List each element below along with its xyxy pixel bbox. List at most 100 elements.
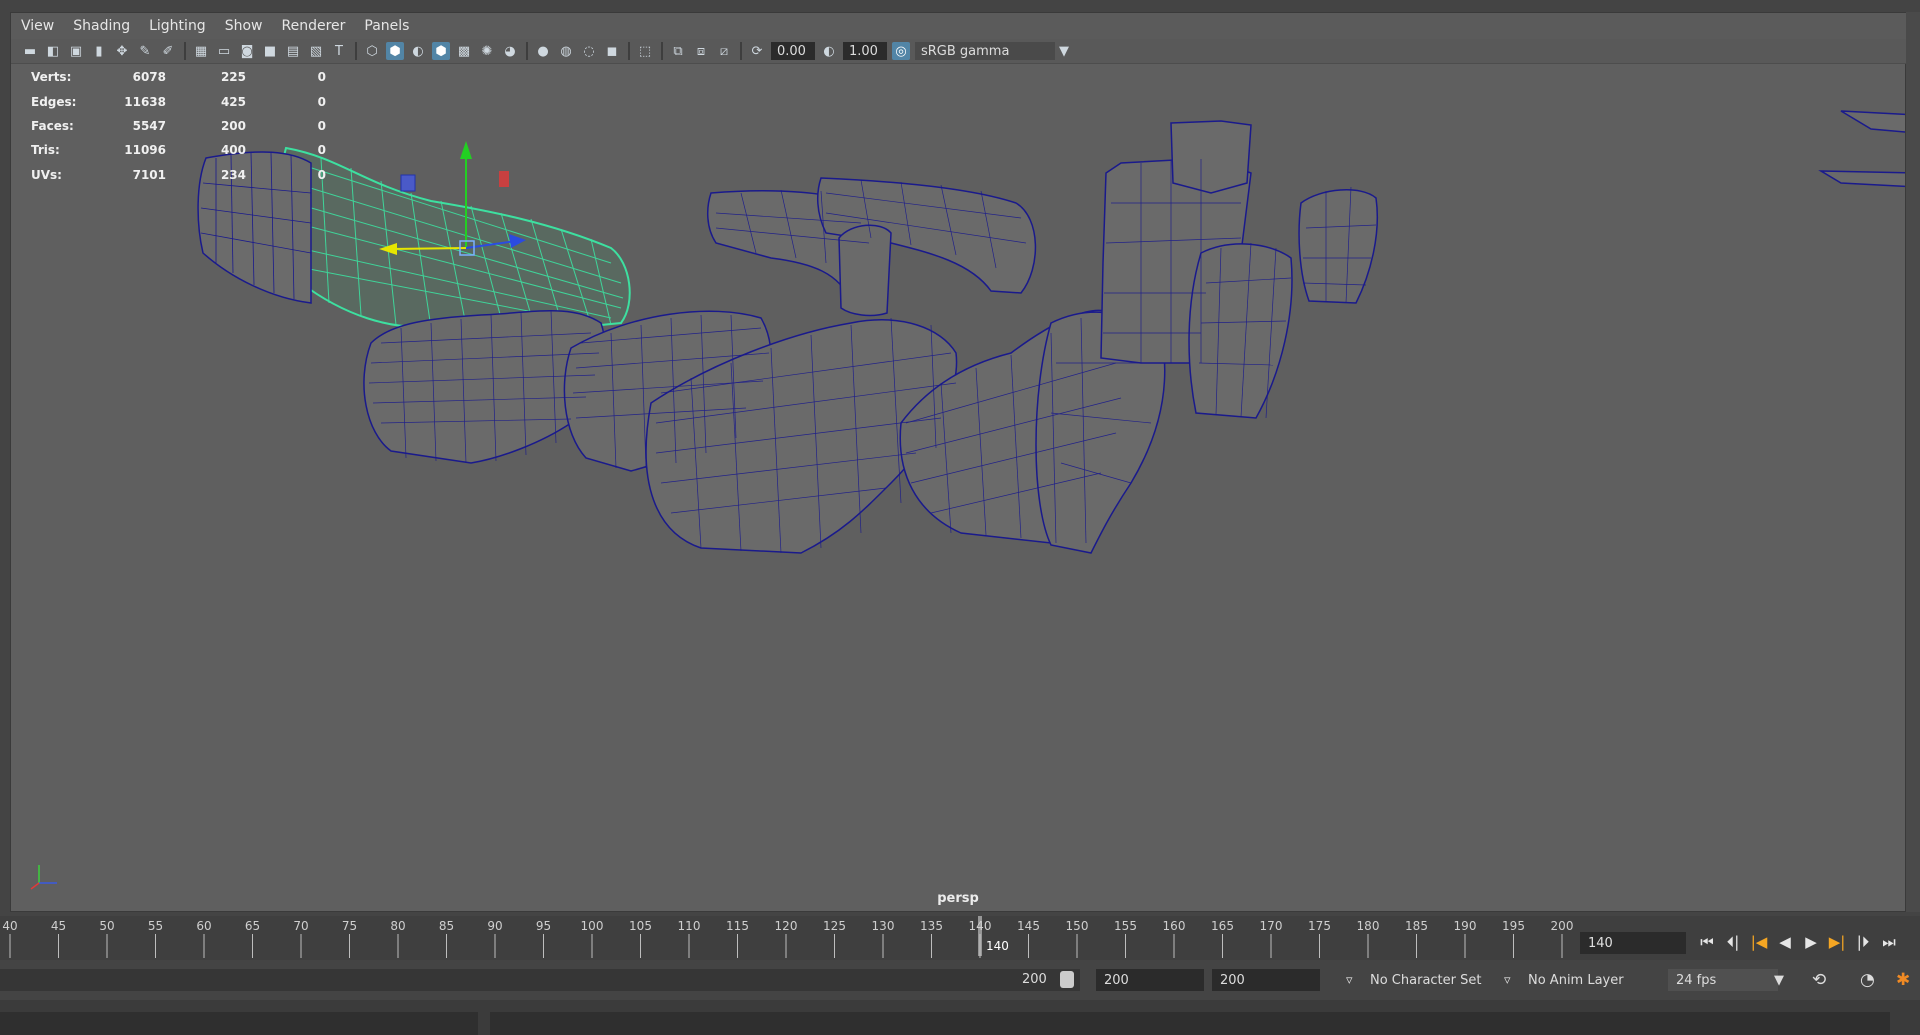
chevron-down-icon[interactable]: ▼ (1766, 969, 1784, 991)
2d-pan-icon[interactable]: ✥ (113, 42, 131, 60)
gate-mask-icon[interactable]: ■ (261, 42, 279, 60)
menu-renderer[interactable]: Renderer (281, 18, 345, 34)
fps-dropdown[interactable]: 24 fps (1668, 969, 1778, 991)
go-to-end-icon[interactable]: ⏭ (1876, 930, 1902, 954)
timeline-tick-label: 110 (678, 919, 701, 933)
hud-value-selected: 225 (220, 70, 246, 85)
isolate-select-icon[interactable]: ⧉ (669, 42, 687, 60)
command-input[interactable] (0, 1012, 478, 1035)
wireframe-meshes (363, 120, 1379, 554)
timeline-tick-label: 180 (1357, 919, 1380, 933)
resolution-gate-icon[interactable]: ◙ (238, 42, 256, 60)
shadows-icon[interactable]: ◕ (501, 42, 519, 60)
timeline-tick-label: 160 (1163, 919, 1186, 933)
hud-label: Verts: (31, 70, 72, 85)
xray-icon[interactable]: ⧈ (692, 42, 710, 60)
current-frame-field[interactable]: 140 (1580, 932, 1686, 954)
auto-key-icon[interactable]: ◔ (1852, 969, 1878, 991)
lights-icon[interactable]: ✺ (478, 42, 496, 60)
hud-value-total: 7101 (132, 167, 166, 182)
panel-menubar: View Shading Lighting Show Renderer Pane… (11, 13, 1915, 39)
side-panel-tabs[interactable] (1906, 12, 1920, 912)
poly-count-hud: Verts: 6078 225 0 Edges: 11638 425 0 Fac… (31, 65, 326, 187)
safe-action-icon[interactable]: ▧ (307, 42, 325, 60)
menu-shading[interactable]: Shading (73, 18, 130, 34)
image-plane-icon[interactable]: ▣ (67, 42, 85, 60)
color-management-icon[interactable]: ◎ (892, 42, 910, 60)
timeline-tick-label: 170 (1260, 919, 1283, 933)
exposure-icon[interactable]: ⟳ (748, 42, 766, 60)
scene-canvas[interactable] (11, 63, 1905, 893)
exposure-field[interactable]: 0.00 (771, 42, 815, 60)
screen-space-ao-icon[interactable]: ● (534, 42, 552, 60)
viewport-panel[interactable]: View Shading Lighting Show Renderer Pane… (10, 12, 1915, 912)
hud-value-total: 11096 (124, 143, 166, 158)
field-chart-icon[interactable]: ▤ (284, 42, 302, 60)
grease-pencil-icon[interactable]: ✎ (136, 42, 154, 60)
hud-row-edges: Edges: 11638 425 0 (31, 89, 326, 113)
menu-view[interactable]: View (21, 18, 54, 34)
wireframe-icon[interactable]: ⬡ (363, 42, 381, 60)
chevron-down-icon[interactable]: ▼ (1055, 42, 1073, 60)
camera-attributes-icon[interactable]: ◧ (44, 42, 62, 60)
step-back-frame-icon[interactable]: ⏴︎| (1720, 930, 1746, 954)
timeline-tick-label: 175 (1308, 919, 1331, 933)
select-tool-icon[interactable]: ⬚ (636, 42, 654, 60)
timeline-ruler[interactable]: 40 45 50 55 60 65 70 75 80 85 90 95 100 105 110 115 120 1… (0, 916, 1575, 960)
smooth-shade-icon[interactable]: ⬢ (386, 42, 404, 60)
character-set-dropdown[interactable]: No Character Set (1362, 969, 1492, 991)
step-back-key-icon[interactable]: |◀ (1746, 930, 1772, 954)
textured-icon[interactable]: ▩ (455, 42, 473, 60)
timeline-tick-label: 55 (148, 919, 163, 933)
safe-title-icon[interactable]: T (330, 42, 348, 60)
timeline-tick-label: 150 (1066, 919, 1089, 933)
color-space-dropdown[interactable]: sRGB gamma (915, 42, 1055, 60)
menu-show[interactable]: Show (225, 18, 263, 34)
menu-lighting[interactable]: Lighting (149, 18, 206, 34)
anim-layer-dropdown[interactable]: No Anim Layer (1520, 969, 1640, 991)
film-gate-icon[interactable]: ▭ (215, 42, 233, 60)
gamma-icon[interactable]: ◐ (820, 42, 838, 60)
gamma-field[interactable]: 1.00 (843, 42, 887, 60)
step-forward-key-icon[interactable]: ▶| (1824, 930, 1850, 954)
timeline-tick-label: 120 (775, 919, 798, 933)
timeline-tick-label: 145 (1017, 919, 1040, 933)
camera-select-icon[interactable]: ▬ (21, 42, 39, 60)
timeline-tick-label: 115 (726, 919, 749, 933)
grid-icon[interactable]: ▦ (192, 42, 210, 60)
range-handle[interactable] (1060, 971, 1074, 988)
animation-prefs-icon[interactable]: ✱ (1888, 969, 1914, 991)
hud-label: Edges: (31, 94, 77, 109)
panel-toolbar: ▬ ◧ ▣ ▮ ✥ ✎ ✐ ▦ ▭ ◙ ■ ▤ ▧ T ⬡ ⬢ ◐ ⬢ ▩ ✺ … (11, 39, 1915, 64)
step-forward-frame-icon[interactable]: |⏵︎ (1850, 930, 1876, 954)
camera-name-label: persp (937, 891, 979, 906)
anti-alias-icon[interactable]: ◌ (580, 42, 598, 60)
wireframe-on-shaded-icon[interactable]: ⬢ (432, 42, 450, 60)
timeline-tick-label: 165 (1211, 919, 1234, 933)
playhead (978, 916, 982, 956)
loop-icon[interactable]: ⟲ (1804, 969, 1830, 991)
timeline-tick-label: 45 (51, 919, 66, 933)
playback-end-field[interactable]: 200 (1212, 969, 1320, 991)
toolbar-separator (526, 42, 528, 60)
hud-value-total: 11638 (124, 94, 166, 109)
menu-panels[interactable]: Panels (364, 18, 409, 34)
default-material-icon[interactable]: ◐ (409, 42, 427, 60)
playback-controls: ⏮ ⏴︎| |◀ ◀ ▶ ▶| |⏵︎ ⏭ (1694, 930, 1902, 954)
animation-end-field[interactable]: 200 (1096, 969, 1204, 991)
pen-icon[interactable]: ✐ (159, 42, 177, 60)
range-slider[interactable] (0, 969, 1080, 991)
anim-layer-chevron-icon[interactable]: ▿ (1496, 969, 1516, 991)
depth-of-field-icon[interactable]: ◼ (603, 42, 621, 60)
character-set-chevron-icon[interactable]: ▿ (1338, 969, 1358, 991)
toolbar-separator (740, 42, 742, 60)
bookmark-icon[interactable]: ▮ (90, 42, 108, 60)
timeline-tick-label: 155 (1114, 919, 1137, 933)
play-backward-icon[interactable]: ◀ (1772, 930, 1798, 954)
play-forward-icon[interactable]: ▶ (1798, 930, 1824, 954)
motion-blur-icon[interactable]: ◍ (557, 42, 575, 60)
xray-joints-icon[interactable]: ⧄ (715, 42, 733, 60)
go-to-start-icon[interactable]: ⏮ (1694, 930, 1720, 954)
timeline-tick-label: 85 (439, 919, 454, 933)
timeline-tick-label: 50 (99, 919, 114, 933)
